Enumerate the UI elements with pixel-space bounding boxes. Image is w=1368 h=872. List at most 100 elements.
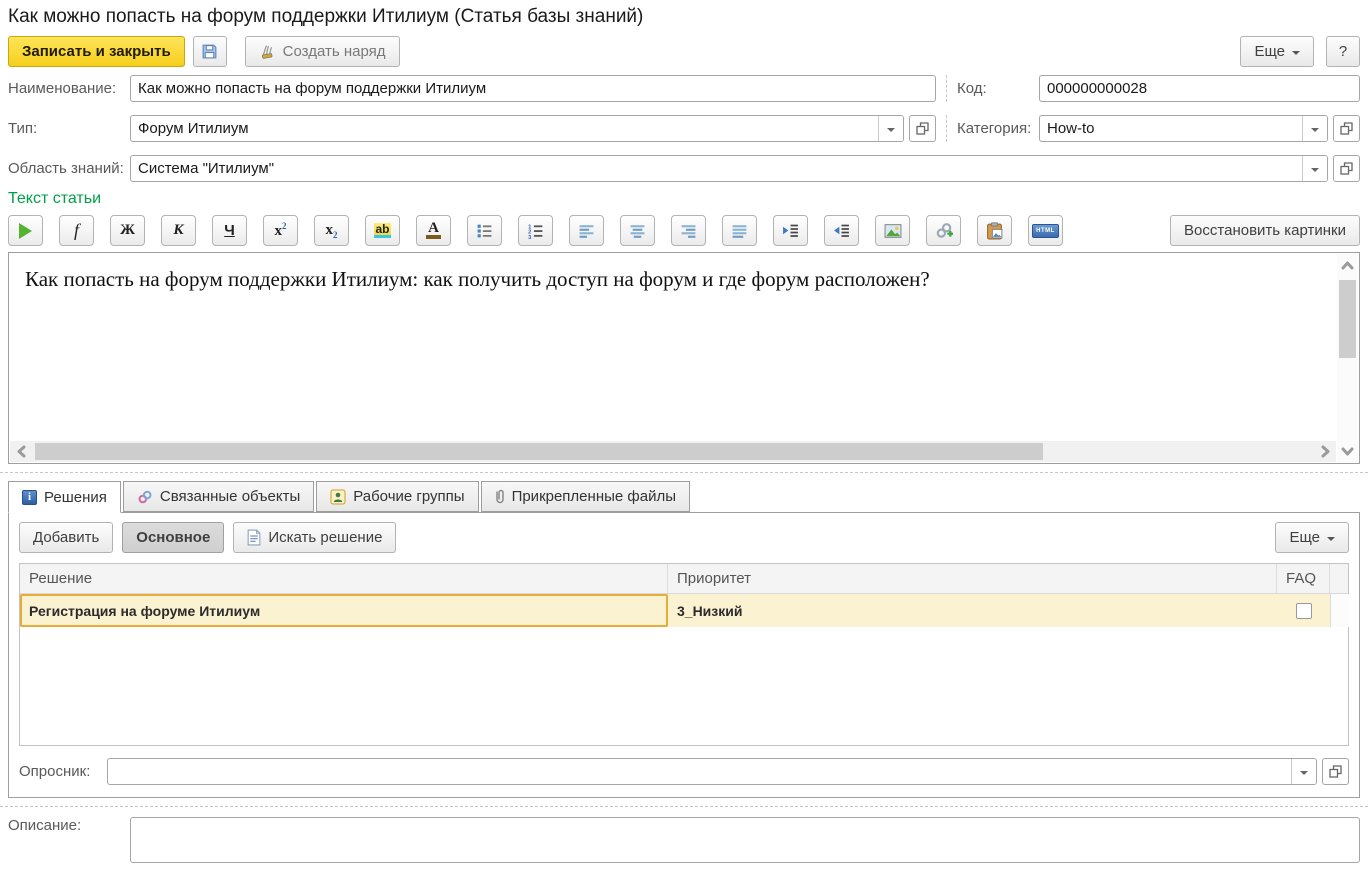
header-scroll-gutter	[1330, 564, 1348, 593]
knowledge-area-label: Область знаний:	[8, 160, 130, 177]
vertical-scrollbar[interactable]	[1337, 254, 1358, 462]
description-textarea[interactable]	[130, 817, 1360, 863]
align-justify-icon	[731, 222, 748, 239]
align-center-button[interactable]	[620, 215, 655, 246]
superscript-button[interactable]: x2	[263, 215, 298, 246]
horizontal-scrollbar[interactable]	[10, 441, 1336, 462]
indent-decrease-icon	[833, 222, 850, 239]
header-fields: Наименование: Код: Тип: Форум Итилиум Ка…	[0, 75, 1368, 182]
column-header-faq[interactable]: FAQ	[1277, 564, 1330, 593]
article-text[interactable]: Как попасть на форум поддержки Итилиум: …	[25, 267, 1319, 292]
align-left-icon	[578, 222, 595, 239]
type-combo[interactable]: Форум Итилиум	[130, 115, 904, 142]
type-open-button[interactable]	[909, 115, 936, 142]
help-button[interactable]: ?	[1326, 36, 1360, 67]
save-and-close-button[interactable]: Записать и закрыть	[8, 36, 185, 67]
tab-linked-objects[interactable]: Связанные объекты	[123, 481, 314, 512]
align-center-icon	[629, 222, 646, 239]
numbered-list-button[interactable]: 123	[518, 215, 553, 246]
tab-work-groups[interactable]: Рабочие группы	[316, 481, 478, 512]
name-input[interactable]	[130, 75, 936, 102]
scroll-right-button[interactable]	[1314, 441, 1336, 462]
solutions-table-body: Регистрация на форуме Итилиум 3_Низкий	[20, 594, 1348, 745]
font-color-button[interactable]: A	[416, 215, 451, 246]
vertical-scroll-thumb[interactable]	[1339, 280, 1356, 358]
highlight-button[interactable]: ab	[365, 215, 400, 246]
more-label: Еще	[1289, 529, 1320, 546]
bold-button[interactable]: Ж	[110, 215, 145, 246]
solutions-button-bar: Добавить Основное Искать решение Еще	[9, 513, 1359, 559]
align-left-button[interactable]	[569, 215, 604, 246]
align-right-button[interactable]	[671, 215, 706, 246]
category-dropdown-button[interactable]	[1302, 116, 1327, 141]
save-button[interactable]	[193, 36, 227, 67]
tab-solutions[interactable]: i Решения	[8, 481, 121, 513]
paste-image-button[interactable]	[977, 215, 1012, 246]
chevron-down-icon	[1327, 537, 1335, 541]
function-icon: f	[74, 220, 79, 241]
knowledge-area-open-button[interactable]	[1333, 155, 1360, 182]
align-justify-button[interactable]	[722, 215, 757, 246]
questionnaire-combo[interactable]	[107, 758, 1317, 785]
numbered-list-icon: 123	[527, 222, 544, 239]
priority-cell[interactable]: 3_Низкий	[668, 594, 1277, 627]
underline-button[interactable]: Ч	[212, 215, 247, 246]
article-text-editor[interactable]: Как попасть на форум поддержки Итилиум: …	[8, 252, 1360, 464]
search-solution-button[interactable]: Искать решение	[233, 522, 396, 553]
column-header-solution[interactable]: Решение	[20, 564, 668, 593]
insert-link-button[interactable]	[926, 215, 961, 246]
html-icon: HTML	[1032, 224, 1059, 238]
type-label: Тип:	[8, 120, 130, 137]
knowledge-base-article-window: Как можно попасть на форум поддержки Ити…	[0, 0, 1368, 872]
command-bar-right: Еще ?	[1240, 36, 1360, 67]
code-input[interactable]	[1039, 75, 1360, 102]
table-row[interactable]: Регистрация на форуме Итилиум 3_Низкий	[20, 594, 1348, 627]
questionnaire-dropdown-button[interactable]	[1291, 759, 1316, 784]
more-button-top[interactable]: Еще	[1240, 36, 1314, 67]
more-button-solutions[interactable]: Еще	[1275, 522, 1349, 553]
indent-decrease-button[interactable]	[824, 215, 859, 246]
solution-cell[interactable]: Регистрация на форуме Итилиум	[20, 594, 668, 627]
scroll-down-button[interactable]	[1337, 440, 1358, 462]
open-form-icon	[1329, 765, 1342, 778]
create-order-label: Создать наряд	[283, 43, 386, 60]
questionnaire-row: Опросник:	[9, 748, 1359, 797]
paste-image-icon	[986, 222, 1003, 240]
subscript-button[interactable]: x2	[314, 215, 349, 246]
questionnaire-value	[108, 759, 1291, 784]
insert-image-button[interactable]	[875, 215, 910, 246]
bold-icon: Ж	[120, 222, 135, 239]
scroll-left-button[interactable]	[10, 441, 32, 462]
tab-attached-files[interactable]: Прикрепленные файлы	[481, 481, 690, 512]
type-dropdown-button[interactable]	[878, 116, 903, 141]
horizontal-scroll-thumb[interactable]	[35, 443, 1043, 460]
play-button[interactable]	[8, 215, 43, 246]
html-source-button[interactable]: HTML	[1028, 215, 1063, 246]
tab-attached-files-label: Прикрепленные файлы	[512, 488, 676, 505]
function-button[interactable]: f	[59, 215, 94, 246]
description-row: Описание:	[0, 807, 1368, 863]
italic-button[interactable]: К	[161, 215, 196, 246]
indent-increase-button[interactable]	[773, 215, 808, 246]
svg-text:3: 3	[528, 235, 532, 239]
restore-images-button[interactable]: Восстановить картинки	[1170, 215, 1360, 246]
search-solution-icon	[247, 529, 261, 546]
category-open-button[interactable]	[1333, 115, 1360, 142]
category-combo[interactable]: How-to	[1039, 115, 1328, 142]
create-order-button[interactable]: Создать наряд	[245, 36, 400, 67]
add-button[interactable]: Добавить	[19, 522, 113, 553]
floppy-disk-icon	[201, 43, 218, 60]
chevron-down-icon	[887, 128, 895, 132]
main-button[interactable]: Основное	[122, 522, 224, 553]
scroll-up-button[interactable]	[1337, 254, 1358, 276]
category-value: How-to	[1040, 116, 1302, 141]
faq-checkbox[interactable]	[1296, 603, 1312, 619]
questionnaire-open-button[interactable]	[1322, 758, 1349, 785]
bullet-list-button[interactable]	[467, 215, 502, 246]
command-bar: Записать и закрыть Создать наряд Еще ?	[0, 32, 1368, 75]
knowledge-area-combo[interactable]: Система "Итилиум"	[130, 155, 1328, 182]
article-section-title: Текст статьи	[0, 188, 1368, 212]
linked-rings-icon	[137, 489, 153, 505]
column-header-priority[interactable]: Приоритет	[668, 564, 1277, 593]
knowledge-area-dropdown-button[interactable]	[1302, 156, 1327, 181]
